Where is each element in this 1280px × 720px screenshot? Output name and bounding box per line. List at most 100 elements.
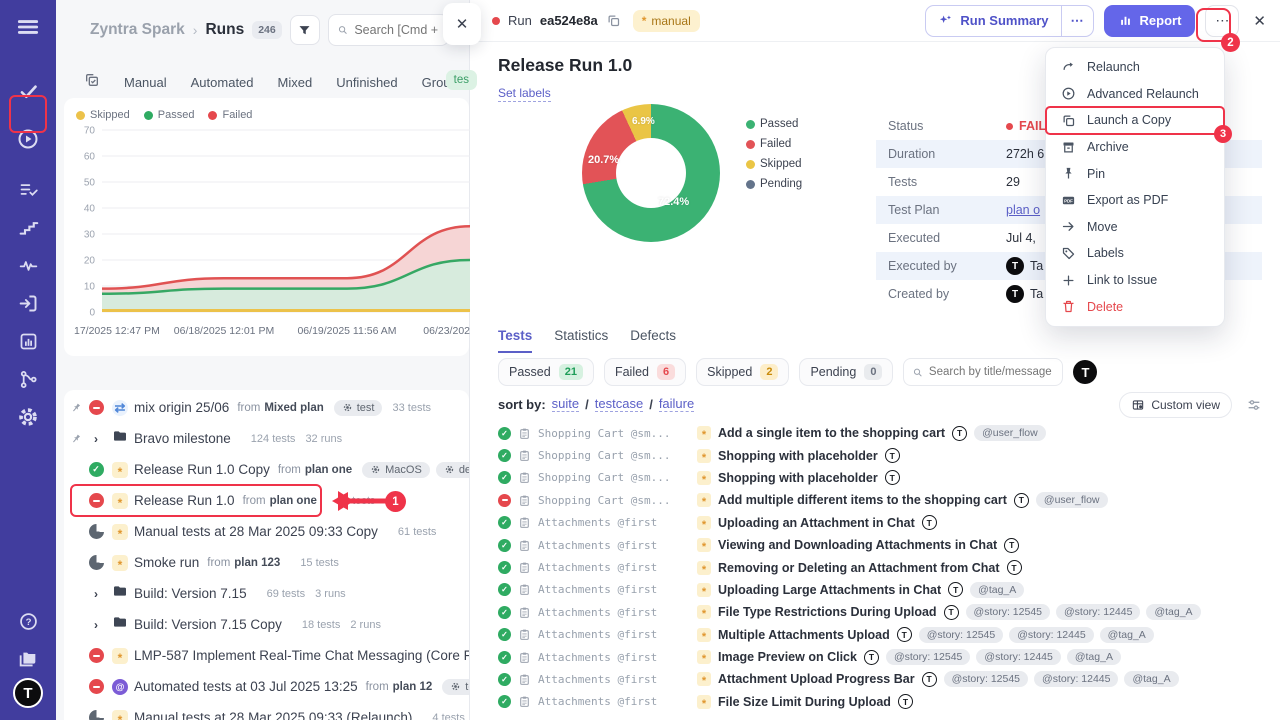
detail-tab[interactable]: Defects <box>630 328 676 353</box>
test-tag-badge[interactable]: @story: 12445 <box>1009 627 1093 643</box>
menu-item[interactable]: Archive <box>1046 134 1224 161</box>
test-title[interactable]: Removing or Deleting an Attachment from … <box>718 561 1000 575</box>
test-title[interactable]: Uploading Large Attachments in Chat <box>718 583 941 597</box>
sort-by-testcase[interactable]: testcase <box>595 396 643 412</box>
cut-tag-badge[interactable]: tes <box>446 70 477 90</box>
run-list-item[interactable]: Manual tests at 28 Mar 2025 09:33 (Relau… <box>64 702 469 720</box>
test-tag-badge[interactable]: @story: 12545 <box>886 649 970 665</box>
test-title[interactable]: File Type Restrictions During Upload <box>718 605 937 619</box>
sidebar-item-branches[interactable] <box>9 360 47 398</box>
menu-item[interactable]: Pin <box>1046 160 1224 187</box>
menu-icon[interactable] <box>9 8 47 46</box>
sort-by-failure[interactable]: failure <box>659 396 694 412</box>
test-row[interactable]: Shopping Cart @sm... Shopping with place… <box>498 467 1274 489</box>
test-row[interactable]: Attachments @first Viewing and Downloadi… <box>498 534 1274 556</box>
run-name[interactable]: Smoke run <box>134 555 199 570</box>
run-tag-badge[interactable]: MacOS <box>362 462 430 478</box>
run-plan-link[interactable]: plan one <box>270 495 317 507</box>
run-name[interactable]: Release Run 1.0 <box>134 493 235 508</box>
view-settings-icon[interactable] <box>1246 397 1262 418</box>
run-list-item[interactable]: Release Run 1.0 Copy from plan one MacOS… <box>64 454 469 485</box>
sidebar-item-milestones[interactable] <box>9 208 47 246</box>
sidebar-item-runs[interactable] <box>9 120 47 158</box>
menu-item[interactable]: Relaunch <box>1046 54 1224 81</box>
test-tag-badge[interactable]: @tag_A <box>1146 604 1200 620</box>
test-row[interactable]: Shopping Cart @sm... Add multiple differ… <box>498 489 1274 511</box>
runs-filter-tab[interactable]: Manual <box>124 75 167 90</box>
run-name[interactable]: Manual tests at 28 Mar 2025 09:33 Copy <box>134 524 378 539</box>
test-tag-badge[interactable]: @user_flow <box>1036 492 1108 508</box>
test-row[interactable]: Attachments @first Multiple Attachments … <box>498 624 1274 646</box>
runs-search-input[interactable] <box>328 14 449 46</box>
copy-run-id-icon[interactable] <box>606 13 621 28</box>
assignee-avatar[interactable]: T <box>1073 360 1097 384</box>
more-actions-button[interactable]: ⋯ <box>1205 5 1239 37</box>
run-list-item[interactable]: › Bravo milestone 124 tests 32 runs <box>64 423 469 454</box>
sidebar-item-reports[interactable] <box>9 322 47 360</box>
test-filter-chip[interactable]: Pending0 <box>799 358 893 386</box>
user-avatar[interactable]: T <box>13 678 43 708</box>
tests-search-input[interactable] <box>903 358 1063 386</box>
chevron-right-icon[interactable]: › <box>94 432 98 446</box>
test-filter-chip[interactable]: Failed6 <box>604 358 686 386</box>
test-tag-badge[interactable]: @story: 12545 <box>966 604 1050 620</box>
test-tag-badge[interactable]: @tag_A <box>1067 649 1121 665</box>
test-filter-chip[interactable]: Passed21 <box>498 358 594 386</box>
chevron-right-icon[interactable]: › <box>94 587 98 601</box>
run-name[interactable]: LMP-587 Implement Real-Time Chat Messagi… <box>134 648 469 663</box>
sidebar-item-plans[interactable] <box>9 170 47 208</box>
menu-item[interactable]: Move <box>1046 214 1224 241</box>
test-row[interactable]: Attachments @first File Type Restriction… <box>498 601 1274 623</box>
test-filter-chip[interactable]: Skipped2 <box>696 358 789 386</box>
detail-tab[interactable]: Tests <box>498 328 532 353</box>
sidebar-item-import[interactable] <box>9 284 47 322</box>
test-tag-badge[interactable]: @story: 12545 <box>919 627 1003 643</box>
test-row[interactable]: Attachments @first File Size Limit Durin… <box>498 691 1274 713</box>
test-row[interactable]: Attachments @first Attachment Upload Pro… <box>498 668 1274 690</box>
menu-item[interactable]: Link to Issue <box>1046 267 1224 294</box>
runs-filter-tab[interactable]: Unfinished <box>336 75 397 90</box>
menu-item[interactable]: Export as PDF <box>1046 187 1224 214</box>
run-tag-badge[interactable]: test <box>334 400 383 416</box>
test-tag-badge[interactable]: @story: 12545 <box>944 671 1028 687</box>
test-title[interactable]: Multiple Attachments Upload <box>718 628 890 642</box>
custom-view-button[interactable]: Custom view <box>1119 392 1232 418</box>
run-name[interactable]: Manual tests at 28 Mar 2025 09:33 (Relau… <box>134 710 412 720</box>
test-title[interactable]: Add multiple different items to the shop… <box>718 493 1007 507</box>
test-row[interactable]: Attachments @first Removing or Deleting … <box>498 556 1274 578</box>
projects-icon[interactable] <box>9 640 47 678</box>
run-list-item[interactable]: Release Run 1.0 from plan one 29 tests <box>64 485 469 516</box>
runs-filter-tab[interactable]: Automated <box>191 75 254 90</box>
sort-by-suite[interactable]: suite <box>552 396 579 412</box>
run-plan-link[interactable]: plan 12 <box>393 681 433 693</box>
run-list-item[interactable]: › Build: Version 7.15 Copy 18 tests 2 ru… <box>64 609 469 640</box>
test-title[interactable]: Add a single item to the shopping cart <box>718 426 945 440</box>
sidebar-item-activity[interactable] <box>9 246 47 284</box>
run-name[interactable]: Automated tests at 03 Jul 2025 13:25 <box>134 679 358 694</box>
test-title[interactable]: File Size Limit During Upload <box>718 695 891 709</box>
menu-item[interactable]: Labels <box>1046 240 1224 267</box>
test-title[interactable]: Shopping with placeholder <box>718 449 878 463</box>
test-title[interactable]: Shopping with placeholder <box>718 471 878 485</box>
test-tag-badge[interactable]: @story: 12445 <box>1034 671 1118 687</box>
close-panel-button[interactable]: ✕ <box>443 3 481 45</box>
run-name[interactable]: Build: Version 7.15 <box>134 586 247 601</box>
run-name[interactable]: mix origin 25/06 <box>134 400 229 415</box>
test-title[interactable]: Image Preview on Click <box>718 650 857 664</box>
run-plan-link[interactable]: plan 123 <box>234 557 280 569</box>
run-list-item[interactable]: mix origin 25/06 from Mixed plan test 33… <box>64 392 469 423</box>
test-title[interactable]: Attachment Upload Progress Bar <box>718 672 915 686</box>
test-title[interactable]: Uploading an Attachment in Chat <box>718 516 915 530</box>
run-summary-more-button[interactable]: ⋯ <box>1061 6 1093 36</box>
close-detail-icon[interactable]: ✕ <box>1253 12 1266 30</box>
runs-filter-tab[interactable]: Mixed <box>278 75 313 90</box>
report-button[interactable]: Report <box>1104 5 1196 37</box>
run-tag-badge[interactable]: dev <box>436 462 469 478</box>
set-labels-link[interactable]: Set labels <box>498 86 551 102</box>
run-summary-button[interactable]: Run Summary ⋯ <box>925 5 1093 37</box>
help-icon[interactable] <box>9 602 47 640</box>
test-tag-badge[interactable]: @tag_A <box>1124 671 1178 687</box>
menu-item[interactable]: Delete <box>1046 293 1224 320</box>
test-row[interactable]: Attachments @first Image Preview on Clic… <box>498 646 1274 668</box>
run-tag-badge[interactable]: test <box>442 679 469 695</box>
